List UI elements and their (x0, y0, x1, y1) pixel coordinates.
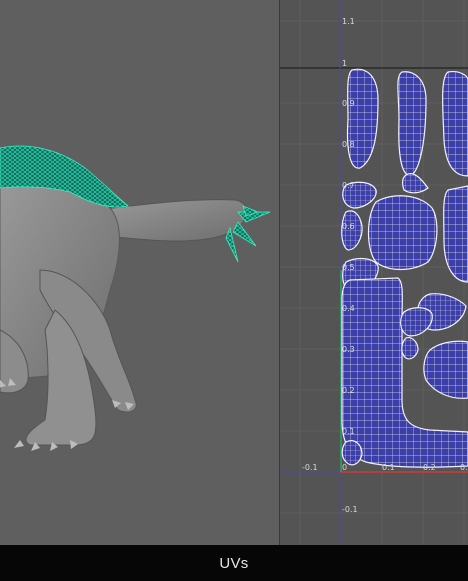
svg-text:1: 1 (342, 59, 347, 68)
svg-text:0.9: 0.9 (342, 99, 355, 108)
svg-text:0.3: 0.3 (342, 345, 355, 354)
svg-text:0.3: 0.3 (460, 463, 468, 472)
svg-text:0.1: 0.1 (382, 463, 395, 472)
uv-editor[interactable]: 1.1 1 0.9 0.8 0.7 0.6 0.5 0.4 0.3 0.2 0.… (280, 0, 468, 545)
svg-text:1.1: 1.1 (342, 17, 355, 26)
svg-text:0: 0 (342, 463, 347, 472)
viewport-3d[interactable] (0, 0, 279, 545)
svg-text:-0.1: -0.1 (342, 505, 358, 514)
svg-text:0.6: 0.6 (342, 222, 355, 231)
svg-text:0.4: 0.4 (342, 304, 355, 313)
svg-text:0.5: 0.5 (342, 263, 355, 272)
svg-text:0.2: 0.2 (342, 386, 355, 395)
creature-model[interactable] (0, 0, 279, 545)
uv-shells[interactable] (341, 68, 468, 468)
caption-text: UVs (219, 554, 249, 572)
uv-grid[interactable]: 1.1 1 0.9 0.8 0.7 0.6 0.5 0.4 0.3 0.2 0.… (280, 0, 468, 545)
caption-bar: UVs (0, 545, 468, 581)
svg-text:0.2: 0.2 (423, 463, 436, 472)
svg-text:0.8: 0.8 (342, 140, 355, 149)
svg-text:0.7: 0.7 (342, 181, 355, 190)
svg-text:0.1: 0.1 (342, 427, 355, 436)
svg-text:-0.1: -0.1 (302, 463, 318, 472)
